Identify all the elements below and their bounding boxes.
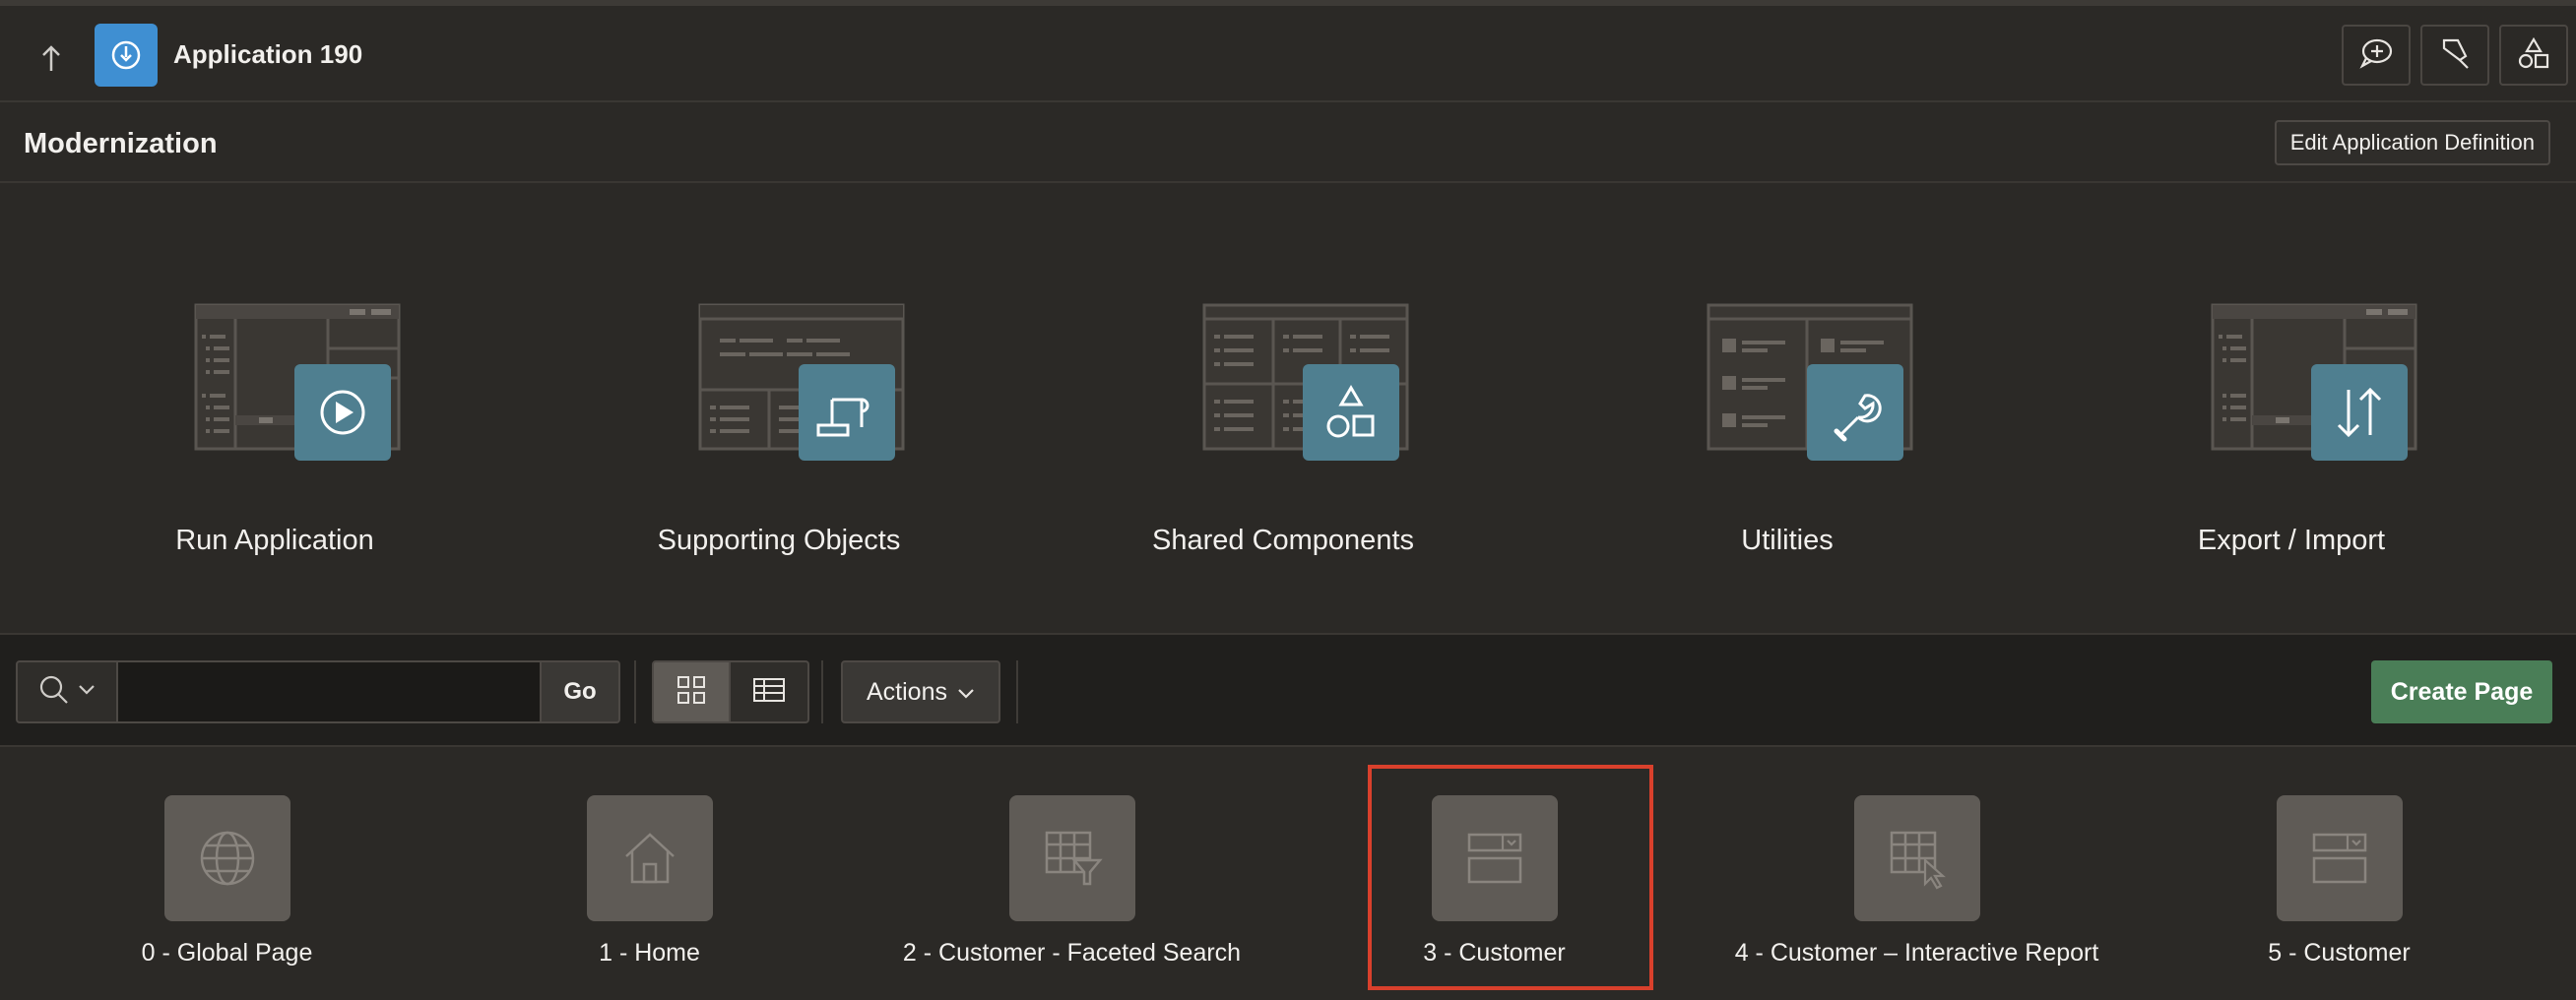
go-button[interactable]: Go xyxy=(542,660,620,723)
tile-export-import[interactable]: Export / Import xyxy=(2039,185,2544,633)
home-icon xyxy=(586,795,713,921)
brush-icon xyxy=(2438,36,2472,75)
toolbar-divider xyxy=(634,660,636,723)
faceted-search-icon xyxy=(1008,795,1135,921)
search-input[interactable] xyxy=(118,660,542,723)
tile-label: Shared Components xyxy=(1152,525,1414,556)
tile-label: Run Application xyxy=(175,525,374,556)
pages-grid: 0 - Global Page 1 - Home 2 - Customer - … xyxy=(0,748,2576,1000)
app-icon[interactable] xyxy=(95,24,158,87)
search-icon xyxy=(38,674,70,711)
supporting-objects-graphic xyxy=(698,303,905,461)
search-column-selector[interactable] xyxy=(16,660,118,723)
tile-run-application[interactable]: Run Application xyxy=(23,185,527,633)
create-page-button[interactable]: Create Page xyxy=(2371,660,2552,723)
report-view-button[interactable] xyxy=(731,660,809,723)
icon-view-button[interactable] xyxy=(652,660,731,723)
arrow-up-icon[interactable] xyxy=(28,35,75,83)
chevron-down-icon xyxy=(957,678,975,707)
page-item[interactable]: 0 - Global Page xyxy=(16,748,438,1000)
form-icon xyxy=(2276,795,2403,921)
globe-icon xyxy=(163,795,290,921)
run-application-graphic xyxy=(194,303,401,461)
page-title: Modernization xyxy=(24,128,218,159)
page-label: 4 - Customer – Interactive Report xyxy=(1734,939,2099,967)
tile-label: Export / Import xyxy=(2197,525,2386,556)
app-header: Application 190 xyxy=(0,6,2576,102)
shared-components-graphic xyxy=(1202,303,1409,461)
grid-icon xyxy=(676,674,707,711)
shared-components-button[interactable] xyxy=(2499,25,2568,86)
export-import-graphic xyxy=(2211,303,2417,461)
tile-shared-components[interactable]: Shared Components xyxy=(1031,185,1535,633)
actions-label: Actions xyxy=(867,677,947,706)
edit-application-definition-button[interactable]: Edit Application Definition xyxy=(2274,120,2550,165)
interactive-report-icon xyxy=(1853,795,1980,921)
page-item[interactable]: 1 - Home xyxy=(438,748,861,1000)
shapes-icon xyxy=(2517,36,2550,75)
table-icon xyxy=(752,676,786,709)
tile-label: Utilities xyxy=(1741,525,1834,556)
tile-utilities[interactable]: Utilities xyxy=(1535,185,2039,633)
app-title: Application 190 xyxy=(173,39,363,69)
chevron-down-icon xyxy=(78,683,96,701)
page-label: 1 - Home xyxy=(599,939,700,967)
page-item[interactable]: 4 - Customer – Interactive Report xyxy=(1706,748,2128,1000)
pages-toolbar: Go Actions Create Page xyxy=(0,633,2576,747)
toolbar-divider xyxy=(821,660,823,723)
search-group: Go xyxy=(16,660,620,723)
page-item[interactable]: 5 - Customer xyxy=(2128,748,2550,1000)
page-label: 0 - Global Page xyxy=(141,939,313,967)
section-bar: Modernization Edit Application Definitio… xyxy=(0,104,2576,183)
selected-page-highlight xyxy=(1368,765,1653,990)
actions-menu-button[interactable]: Actions xyxy=(841,660,1000,723)
sql-workshop-button[interactable] xyxy=(2420,25,2489,86)
feedback-button[interactable] xyxy=(2342,25,2411,86)
tile-label: Supporting Objects xyxy=(657,525,901,556)
feedback-icon xyxy=(2358,36,2394,75)
view-switcher xyxy=(652,660,809,723)
page-label: 5 - Customer xyxy=(2268,939,2411,967)
utilities-graphic xyxy=(1707,303,1913,461)
page-item[interactable]: 2 - Customer - Faceted Search xyxy=(861,748,1283,1000)
tile-supporting-objects[interactable]: Supporting Objects xyxy=(527,185,1031,633)
app-tiles: Run Application Supporting Objects Share… xyxy=(0,185,2576,633)
toolbar-divider xyxy=(1016,660,1018,723)
page-label: 2 - Customer - Faceted Search xyxy=(902,939,1242,967)
